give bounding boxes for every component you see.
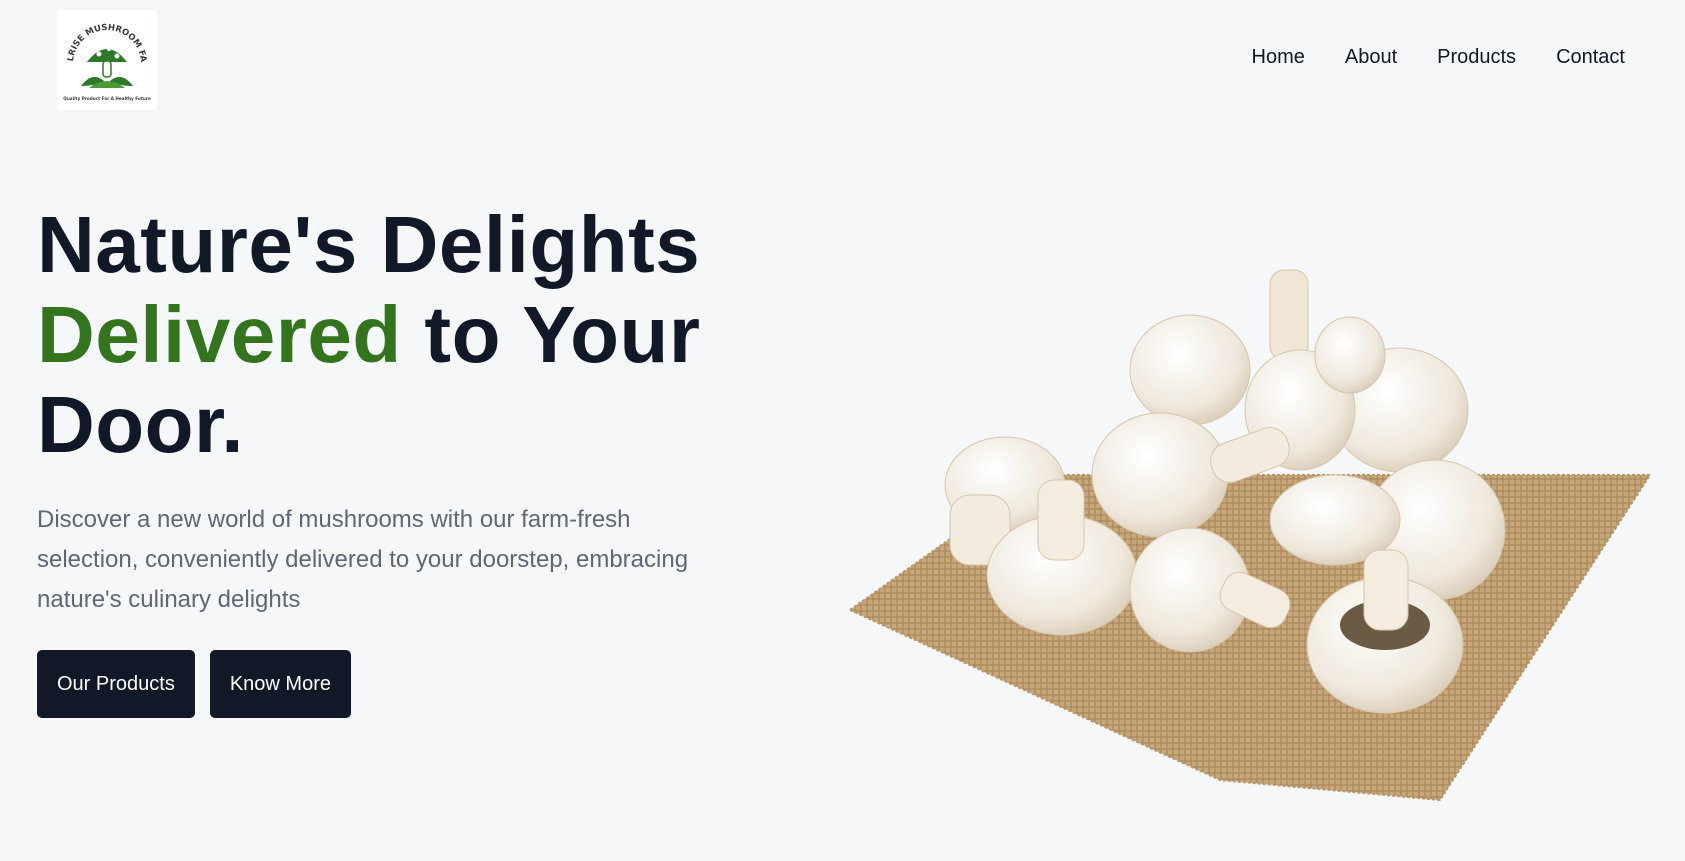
hero-section: Nature's Delights Delivered to Your Door… <box>37 200 797 718</box>
nav-link-home[interactable]: Home <box>1252 46 1305 69</box>
mushroom-logo-icon: HILLRISE MUSHROOM FARM Quality Product F… <box>59 12 151 101</box>
brand-logo[interactable]: HILLRISE MUSHROOM FARM Quality Product F… <box>57 10 157 110</box>
headline-line-3: Door. <box>37 380 244 469</box>
our-products-button[interactable]: Our Products <box>37 650 195 718</box>
nav-link-about[interactable]: About <box>1345 46 1397 69</box>
hero-buttons: Our Products Know More <box>37 650 797 718</box>
svg-text:Quality Product For A Healthy: Quality Product For A Healthy Future <box>63 96 151 101</box>
know-more-button[interactable]: Know More <box>209 650 351 718</box>
headline-line-2-rest: to Your <box>401 290 701 379</box>
headline-accent: Delivered <box>37 290 402 379</box>
mushrooms-on-burlap-icon <box>848 269 1652 802</box>
headline-line-1: Nature's Delights <box>37 200 701 289</box>
nav-link-contact[interactable]: Contact <box>1556 46 1625 69</box>
main-nav: Home About Products Contact <box>1252 46 1626 69</box>
mushrooms-hero-image <box>840 260 1660 820</box>
hero-subtitle: Discover a new world of mushrooms with o… <box>37 506 689 613</box>
hero-headline: Nature's Delights Delivered to Your Door… <box>37 200 797 470</box>
nav-link-products[interactable]: Products <box>1437 46 1516 69</box>
